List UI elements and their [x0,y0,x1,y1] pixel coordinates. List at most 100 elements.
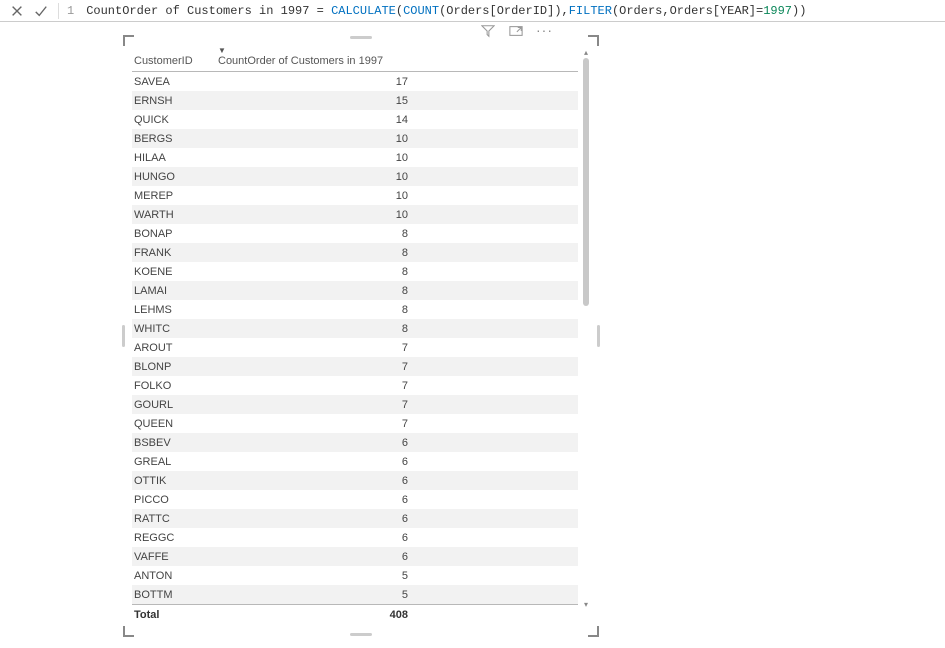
table-row[interactable]: LAMAI8 [132,281,578,300]
formula-input[interactable]: CountOrder of Customers in 1997 = CALCUL… [86,4,941,18]
cell-customerid: ANTON [132,570,218,582]
scroll-up-icon[interactable]: ▴ [582,48,590,56]
cell-customerid: WARTH [132,209,218,221]
cell-count: 5 [218,589,418,601]
table-row[interactable]: HUNGO10 [132,167,578,186]
cancel-icon[interactable] [8,2,26,20]
table-row[interactable]: ANTON5 [132,566,578,585]
cell-count: 15 [218,95,418,107]
cell-count: 10 [218,209,418,221]
table-row[interactable]: BERGS10 [132,129,578,148]
table-row[interactable]: FOLKO7 [132,376,578,395]
cell-customerid: RATTC [132,513,218,525]
resize-handle-top[interactable] [350,36,372,39]
cell-count: 5 [218,570,418,582]
scrollbar[interactable]: ▴ ▾ [582,48,590,608]
resize-handle-bottom[interactable] [350,633,372,636]
table-row[interactable]: QUEEN7 [132,414,578,433]
lit-year: 1997 [763,4,792,18]
table-visual: CustomerID ▼ CountOrder of Customers in … [132,44,578,628]
more-options-icon[interactable]: ··· [536,24,553,38]
table-row[interactable]: BONAP8 [132,224,578,243]
table-row[interactable]: RATTC6 [132,509,578,528]
table-row[interactable]: LEHMS8 [132,300,578,319]
resize-handle-right[interactable] [597,325,600,347]
table-row[interactable]: PICCO6 [132,490,578,509]
scroll-track[interactable] [582,58,590,598]
formula-bar: 1 CountOrder of Customers in 1997 = CALC… [0,0,945,22]
cell-count: 6 [218,456,418,468]
table-row[interactable]: FRANK8 [132,243,578,262]
cell-count: 10 [218,133,418,145]
table-row[interactable]: MEREP10 [132,186,578,205]
resize-handle-br[interactable] [586,624,600,638]
cell-customerid: OTTIK [132,475,218,487]
column-header-customerid[interactable]: CustomerID [132,55,218,67]
table-row[interactable]: BLONP7 [132,357,578,376]
paren: )) [792,4,806,18]
table-row[interactable]: HILAA10 [132,148,578,167]
cell-customerid: BLONP [132,361,218,373]
cell-count: 8 [218,266,418,278]
cell-customerid: PICCO [132,494,218,506]
cell-count: 14 [218,114,418,126]
cell-customerid: ERNSH [132,95,218,107]
filter-icon[interactable] [480,24,496,38]
column-header-label: CountOrder of Customers in 1997 [218,55,383,67]
cell-customerid: FRANK [132,247,218,259]
cell-count: 17 [218,76,418,88]
cell-count: 7 [218,380,418,392]
cell-customerid: KOENE [132,266,218,278]
cell-count: 7 [218,361,418,373]
cell-customerid: QUICK [132,114,218,126]
cell-customerid: HILAA [132,152,218,164]
cell-count: 8 [218,304,418,316]
cell-count: 6 [218,551,418,563]
table-header: CustomerID ▼ CountOrder of Customers in … [132,44,578,72]
visual-header-icons: ··· [480,24,553,38]
cell-customerid: REGGC [132,532,218,544]
cell-customerid: GREAL [132,456,218,468]
table-row[interactable]: VAFFE6 [132,547,578,566]
table-visual-frame[interactable]: CustomerID ▼ CountOrder of Customers in … [126,38,596,634]
cell-customerid: BSBEV [132,437,218,449]
cell-count: 7 [218,342,418,354]
table-footer: Total 408 [132,604,578,624]
column-header-countorder[interactable]: ▼ CountOrder of Customers in 1997 [218,48,418,67]
table-row[interactable]: BOTTM5 [132,585,578,604]
table-body: SAVEA17ERNSH15QUICK14BERGS10HILAA10HUNGO… [132,72,578,604]
cell-customerid: FOLKO [132,380,218,392]
cell-count: 8 [218,323,418,335]
table-row[interactable]: REGGC6 [132,528,578,547]
table-row[interactable]: OTTIK6 [132,471,578,490]
table-row[interactable]: GREAL6 [132,452,578,471]
cell-count: 10 [218,171,418,183]
cell-customerid: BERGS [132,133,218,145]
table-row[interactable]: BSBEV6 [132,433,578,452]
table-row[interactable]: AROUT7 [132,338,578,357]
resize-handle-tr[interactable] [586,34,600,48]
cell-count: 6 [218,475,418,487]
table-row[interactable]: SAVEA17 [132,72,578,91]
separator [58,3,59,19]
scroll-thumb[interactable] [583,58,589,306]
cell-count: 6 [218,437,418,449]
table-row[interactable]: WHITC8 [132,319,578,338]
cell-customerid: LEHMS [132,304,218,316]
resize-handle-left[interactable] [122,325,125,347]
table-row[interactable]: KOENE8 [132,262,578,281]
table-row[interactable]: WARTH10 [132,205,578,224]
focus-mode-icon[interactable] [508,24,524,38]
cell-count: 7 [218,418,418,430]
line-number: 1 [67,4,80,18]
table-row[interactable]: ERNSH15 [132,91,578,110]
paren: ( [396,4,403,18]
cell-customerid: AROUT [132,342,218,354]
table-row[interactable]: QUICK14 [132,110,578,129]
cell-customerid: LAMAI [132,285,218,297]
commit-icon[interactable] [32,2,50,20]
cell-count: 8 [218,247,418,259]
scroll-down-icon[interactable]: ▾ [582,600,590,608]
table-row[interactable]: GOURL7 [132,395,578,414]
fn-filter: FILTER [569,4,612,18]
